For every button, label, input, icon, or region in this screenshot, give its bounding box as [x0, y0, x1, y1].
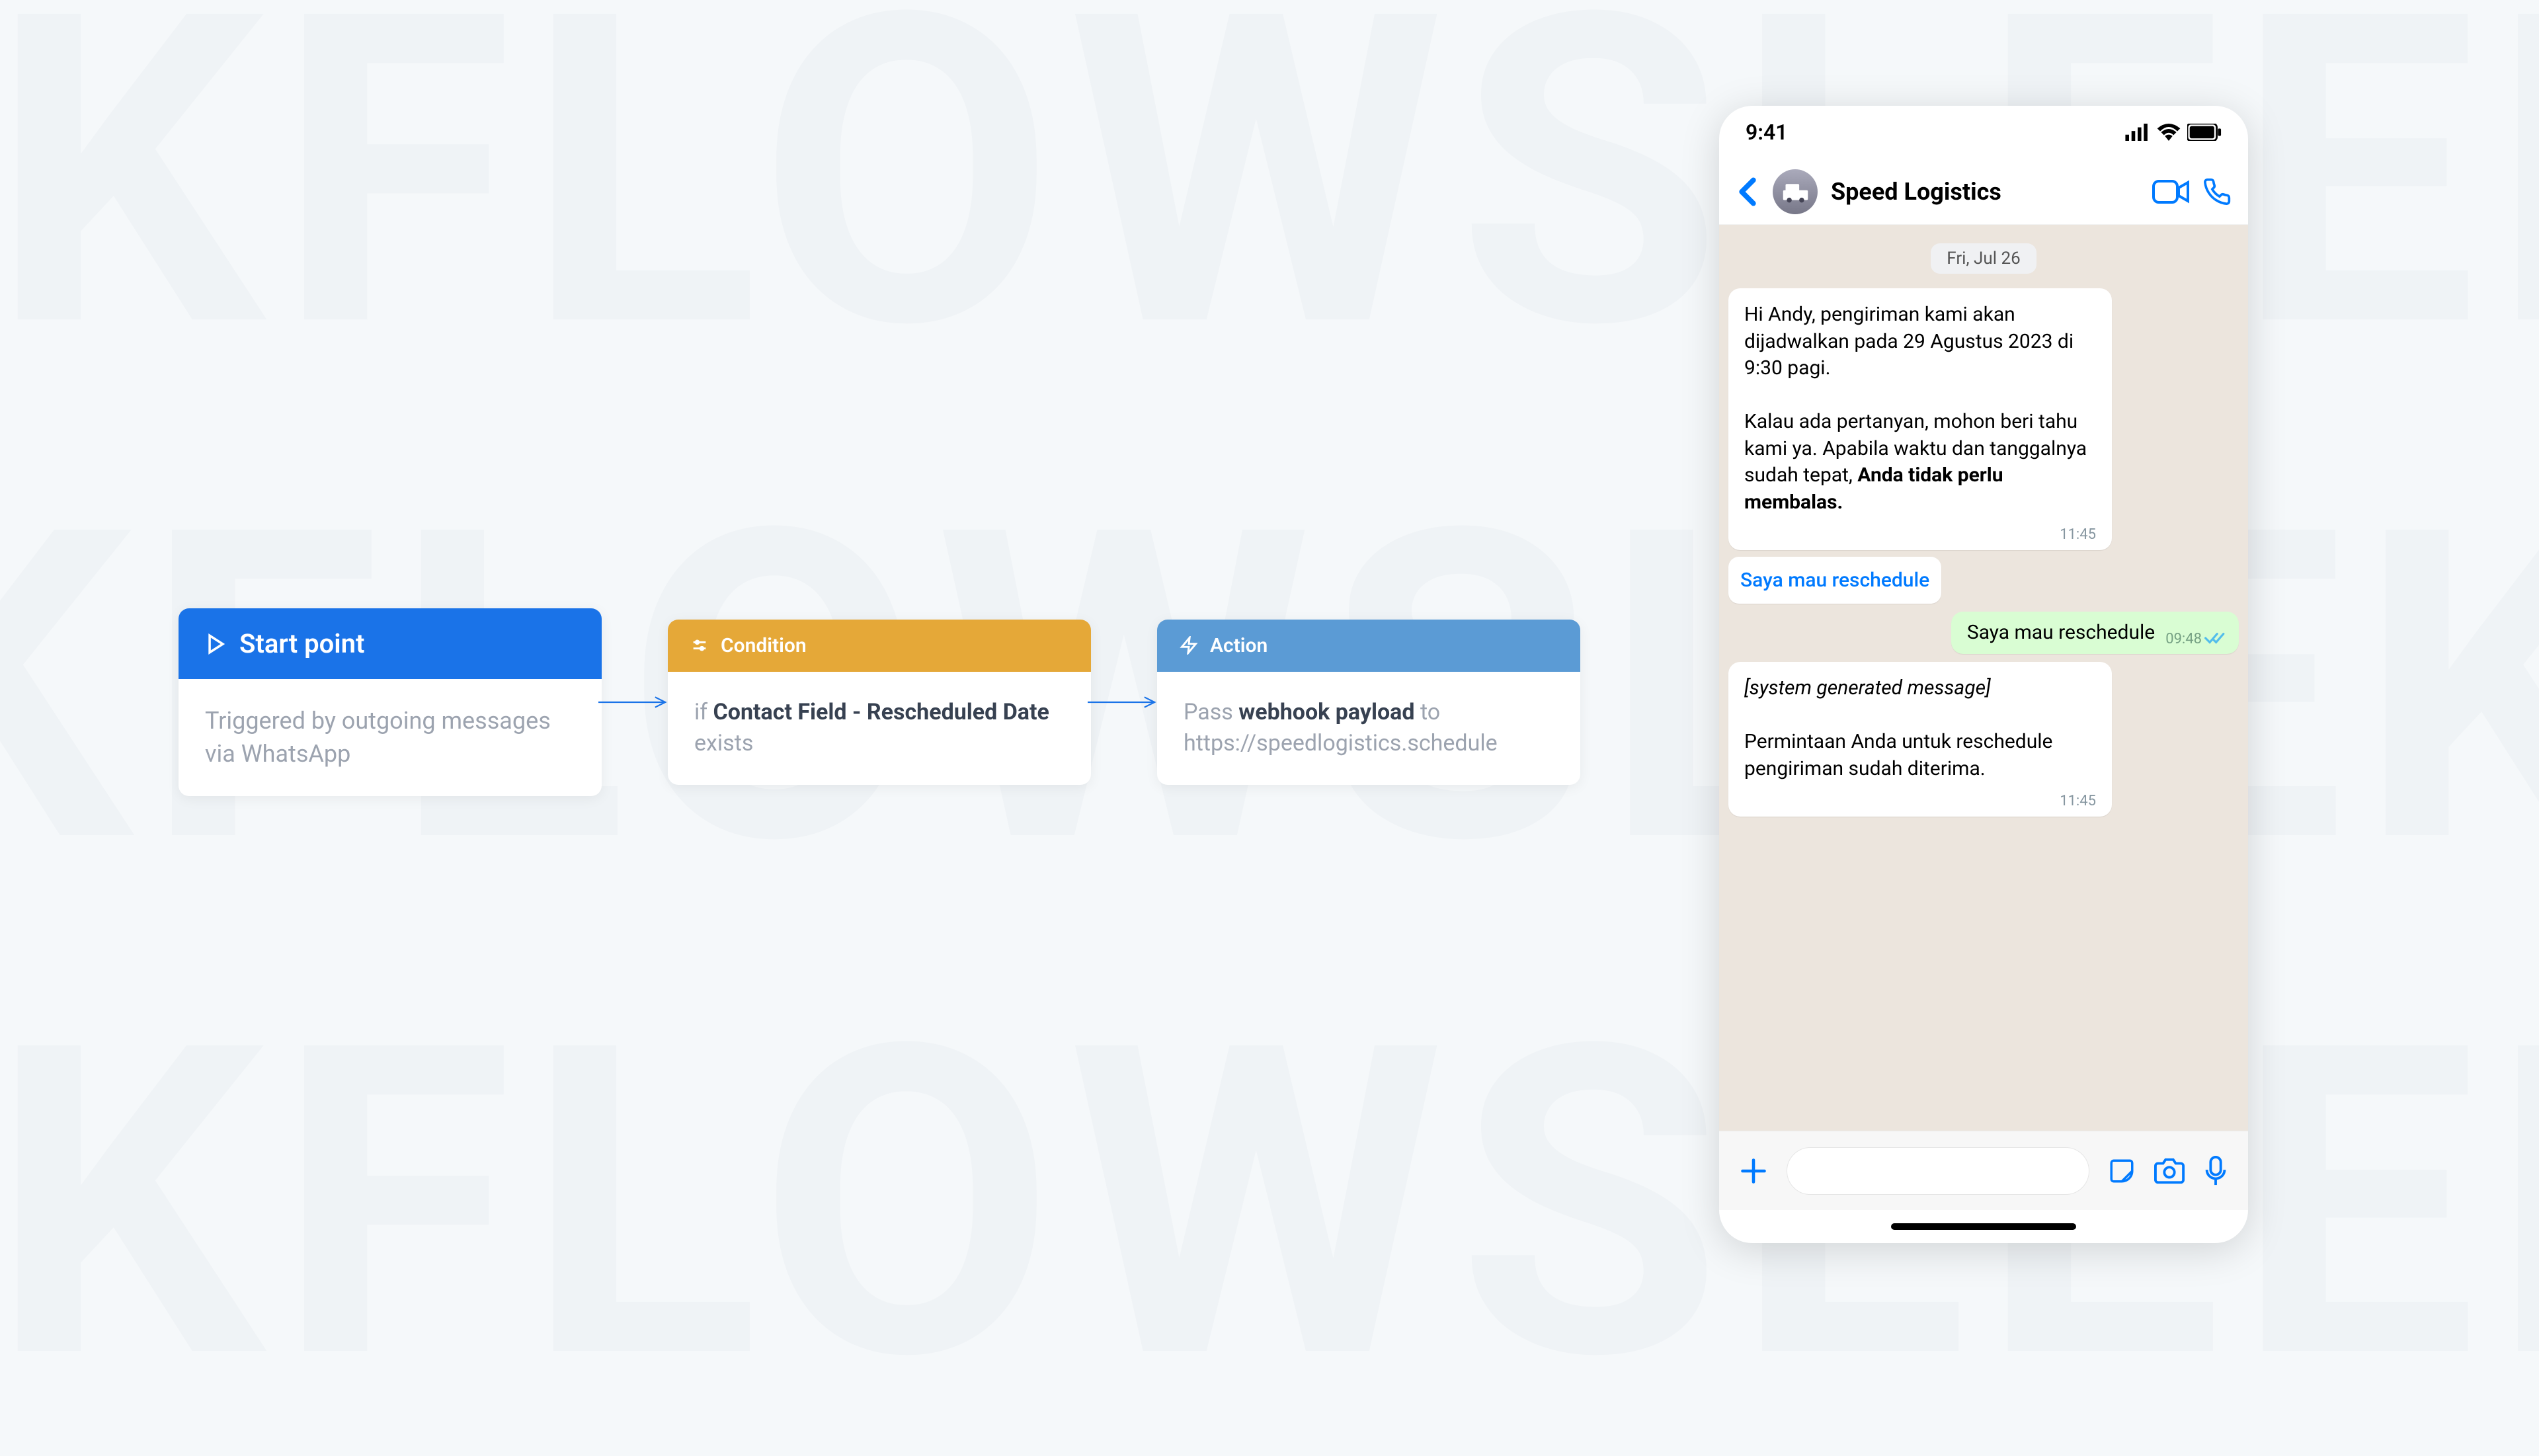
message-time: 11:45 — [2060, 791, 2096, 811]
chat-body: Fri, Jul 26 Hi Andy, pengiriman kami aka… — [1719, 225, 2248, 1131]
sticker-icon[interactable] — [2108, 1157, 2136, 1185]
message-in[interactable]: Hi Andy, pengiriman kami akan dijadwalka… — [1728, 288, 2112, 550]
wifi-icon — [2157, 124, 2181, 141]
action-header: Action — [1157, 620, 1580, 672]
avatar[interactable] — [1773, 169, 1818, 214]
arrow-connector — [602, 701, 668, 704]
back-icon[interactable] — [1736, 177, 1759, 206]
start-body: Triggered by outgoing messages via Whats… — [179, 679, 602, 796]
video-icon[interactable] — [2152, 179, 2189, 205]
action-node[interactable]: Action Pass webhook payload to https://s… — [1157, 620, 1580, 785]
start-node[interactable]: Start point Triggered by outgoing messag… — [179, 608, 602, 796]
chat-header: Speed Logistics — [1719, 159, 2248, 225]
condition-body: if Contact Field - Rescheduled Date exis… — [668, 672, 1091, 785]
battery-icon — [2187, 124, 2222, 141]
start-title: Start point — [239, 628, 364, 659]
contact-name[interactable]: Speed Logistics — [1831, 178, 2139, 206]
date-badge: Fri, Jul 26 — [1931, 243, 2036, 274]
play-icon — [205, 633, 227, 655]
message-time: 11:45 — [2060, 525, 2096, 545]
message-input[interactable] — [1787, 1147, 2089, 1195]
chat-input-bar — [1719, 1131, 2248, 1210]
message-time: 09:48 — [2165, 629, 2226, 649]
read-ticks-icon — [2204, 631, 2226, 645]
arrow-connector — [1091, 701, 1157, 704]
message-in[interactable]: [system generated message] Permintaan An… — [1728, 662, 2112, 817]
lightning-icon — [1180, 636, 1198, 655]
condition-header: Condition — [668, 620, 1091, 672]
status-icons — [2125, 124, 2222, 141]
message-out[interactable]: Saya mau reschedule 09:48 — [1951, 612, 2239, 655]
action-title: Action — [1210, 634, 1268, 657]
plus-icon[interactable] — [1739, 1156, 1768, 1186]
camera-icon[interactable] — [2154, 1157, 2185, 1185]
phone-mockup: 9:41 Speed Logistics Fri, Jul 26 Hi Andy… — [1719, 106, 2248, 1243]
home-indicator — [1719, 1210, 2248, 1243]
flow-diagram: Start point Triggered by outgoing messag… — [179, 608, 1580, 796]
signal-icon — [2125, 124, 2150, 141]
mic-icon[interactable] — [2203, 1156, 2228, 1186]
quick-reply-button[interactable]: Saya mau reschedule — [1728, 557, 1941, 604]
settings-icon — [690, 636, 709, 655]
status-time: 9:41 — [1746, 120, 1788, 145]
status-bar: 9:41 — [1719, 106, 2248, 159]
condition-title: Condition — [721, 634, 807, 657]
action-body: Pass webhook payload to https://speedlog… — [1157, 672, 1580, 785]
start-header: Start point — [179, 608, 602, 679]
phone-icon[interactable] — [2202, 177, 2232, 206]
condition-node[interactable]: Condition if Contact Field - Rescheduled… — [668, 620, 1091, 785]
